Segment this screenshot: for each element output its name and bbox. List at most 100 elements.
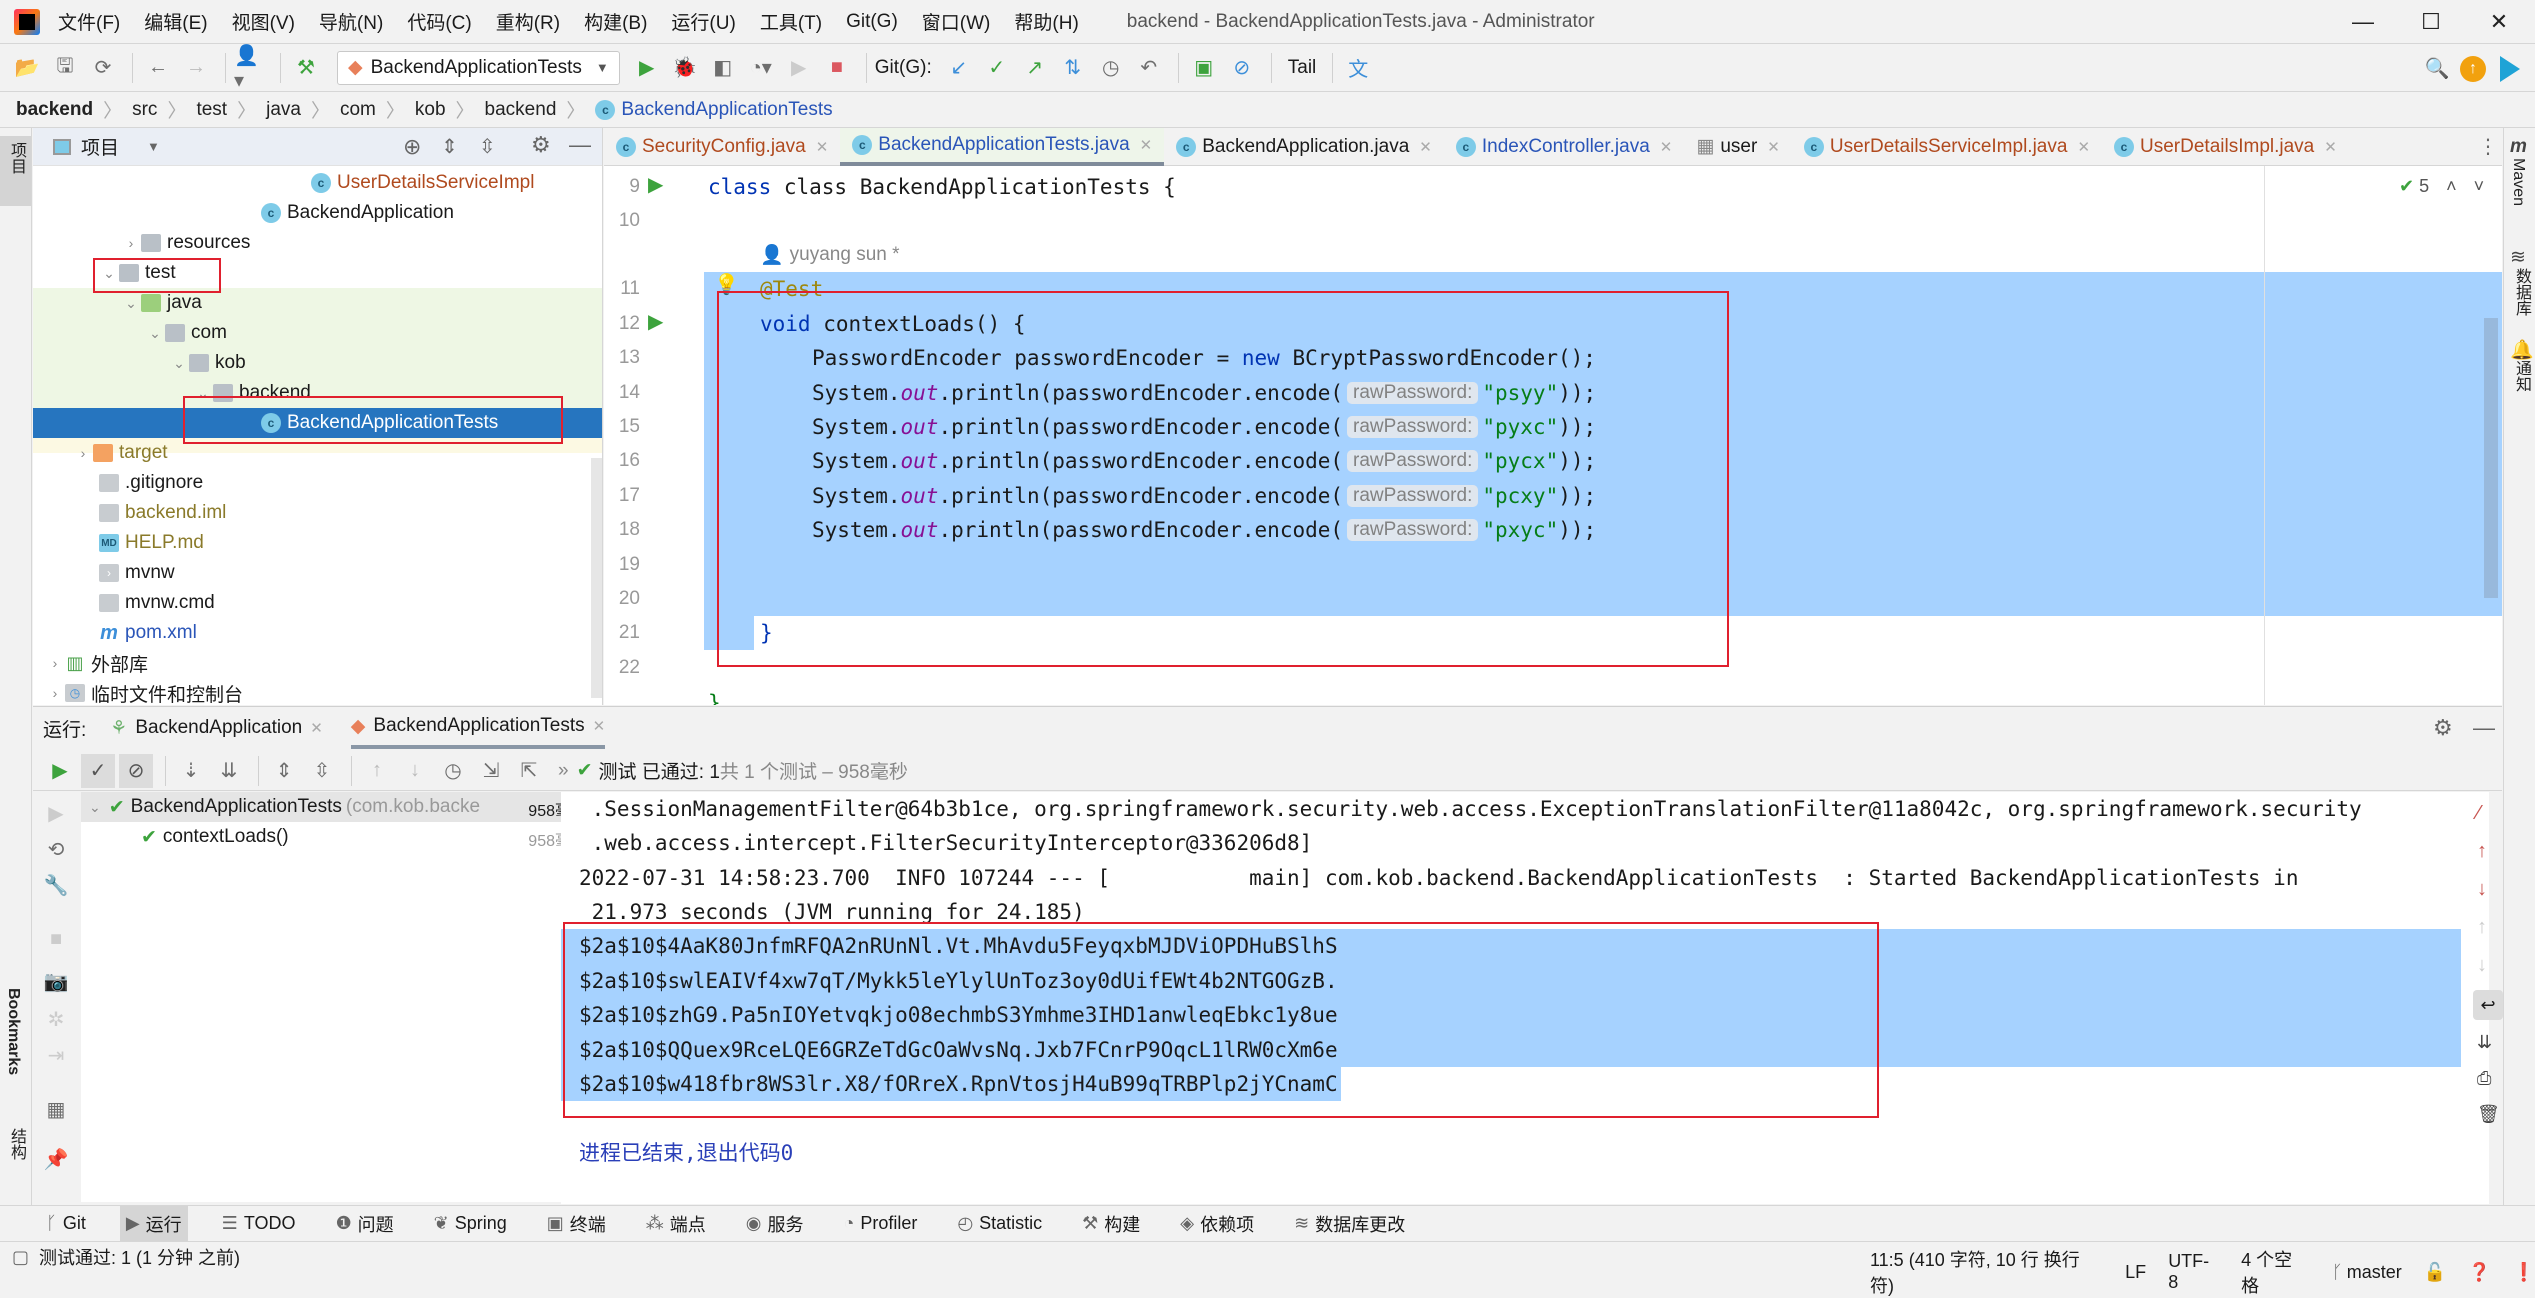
tab-security-config[interactable]: c SecurityConfig.java ✕ (604, 128, 840, 166)
tab-index-controller[interactable]: c IndexController.java ✕ (1444, 128, 1685, 166)
git-merge-icon[interactable]: ⇅ (1056, 51, 1090, 85)
locate-icon[interactable]: ⊕ (403, 134, 421, 160)
hide-panel-icon[interactable]: — (569, 132, 591, 158)
tool-tab-statistic[interactable]: ◴ Statistic (951, 1206, 1048, 1242)
chevron-down-icon[interactable]: ⌄ (121, 295, 141, 312)
import-icon[interactable]: ⇥ (39, 1038, 73, 1072)
tab-user-details-impl[interactable]: c UserDetailsImpl.java ✕ (2102, 128, 2349, 166)
stop-icon[interactable]: ■ (820, 51, 854, 85)
maximize-button[interactable]: ☐ (2398, 0, 2464, 44)
run-test-gutter-icon[interactable]: ▶ (648, 309, 663, 334)
breadcrumb-item[interactable]: java (266, 99, 301, 121)
tree-item[interactable]: c BackendApplication (33, 198, 602, 228)
next-highlight-icon[interactable]: ˅ (2474, 176, 2485, 196)
tree-item[interactable]: ⌄ com (33, 318, 602, 348)
tab-user-table[interactable]: ▦ user ✕ (1684, 128, 1792, 166)
lock-icon[interactable]: 🔓 (2424, 1262, 2446, 1283)
caret-position[interactable]: 11:5 (410 字符, 10 行 换行符) (1870, 1246, 2103, 1298)
block-icon[interactable]: ⊘ (1225, 51, 1259, 85)
close-tab-icon[interactable]: ✕ (1767, 138, 1780, 156)
menu-refactor[interactable]: 重构(R) (496, 8, 560, 35)
breadcrumb-item[interactable]: backend (485, 99, 557, 121)
run-tab-backend-application[interactable]: ⚘ BackendApplication ✕ (110, 707, 323, 749)
menu-navigate[interactable]: 导航(N) (319, 8, 383, 35)
profile-icon[interactable]: ◔▾ (744, 51, 778, 85)
structure-tool-tab[interactable]: 结构 (4, 1128, 28, 1160)
tree-scrollbar[interactable] (591, 458, 602, 698)
coverage-icon[interactable]: ◧ (706, 51, 740, 85)
inspection-widget[interactable]: ✔ 5 ˄ ˅ (2399, 176, 2484, 197)
breadcrumb-item[interactable]: src (132, 99, 157, 121)
forward-icon[interactable]: → (179, 51, 213, 85)
tool-tab-spring[interactable]: ❦ Spring (428, 1206, 513, 1242)
inspection-settings-icon[interactable]: ❓ (2468, 1262, 2490, 1283)
menu-git[interactable]: Git(G) (846, 11, 898, 33)
code-area[interactable]: class class BackendApplicationTests { 👤 y… (704, 166, 2502, 705)
tree-item[interactable]: c UserDetailsServiceImpl (33, 168, 602, 198)
tool-tab-endpoints[interactable]: ⁂ 端点 (640, 1206, 712, 1242)
expand-all-icon[interactable]: ⇕ (441, 134, 458, 159)
toggle-auto-test-icon[interactable]: ⟲ (39, 832, 73, 866)
menu-file[interactable]: 文件(F) (58, 8, 120, 35)
tree-item[interactable]: › resources (33, 228, 602, 258)
rollback-icon[interactable]: ↶ (1132, 51, 1166, 85)
collapse-all-icon[interactable]: ⇳ (479, 134, 496, 159)
down-stack-icon[interactable]: ↓ (2477, 954, 2487, 977)
notifications-tool-tab[interactable]: 通知 (2509, 360, 2533, 392)
chevron-down-icon[interactable]: ⌄ (99, 265, 119, 282)
chevron-down-icon[interactable]: ⌄ (169, 355, 189, 372)
plugin-icon[interactable] (2500, 56, 2520, 82)
run-disabled-icon[interactable]: ▶ (782, 51, 816, 85)
menu-view[interactable]: 视图(V) (232, 8, 295, 35)
previous-failed-icon[interactable]: ↑ (360, 754, 394, 788)
hide-panel-icon[interactable]: — (2473, 715, 2495, 741)
sync-icon[interactable]: ⟳ (86, 51, 120, 85)
tree-item[interactable]: › target (33, 438, 602, 468)
up-stack-icon[interactable]: ↑ (2477, 916, 2487, 939)
gear-icon[interactable]: ⚙ (531, 132, 551, 158)
sort-duration-icon[interactable]: ⇊ (212, 754, 246, 788)
menu-tools[interactable]: 工具(T) (760, 8, 822, 35)
rerun-failed-icon[interactable]: ▶ (39, 796, 73, 830)
search-icon[interactable]: 🔍 (2420, 51, 2454, 85)
minimize-button[interactable]: — (2330, 0, 2396, 44)
show-passed-icon[interactable]: ✓ (81, 753, 115, 788)
tree-item[interactable]: ⌄ kob (33, 348, 602, 378)
expand-all-icon[interactable]: ⇕ (267, 754, 301, 788)
tree-item[interactable]: › ◷ 临时文件和控制台 (33, 678, 602, 705)
previous-occurrence-icon[interactable]: ↑ (2477, 840, 2487, 863)
git-commit-icon[interactable]: ✓ (980, 51, 1014, 85)
show-ignored-icon[interactable]: ⊘ (119, 753, 153, 788)
trash-icon[interactable]: 🗑 (2477, 1104, 2500, 1125)
pin-icon[interactable]: 📌 (39, 1142, 73, 1176)
indent-setting[interactable]: 4 个空格 (2241, 1246, 2310, 1298)
print-icon[interactable]: ⎙ (2477, 1068, 2491, 1089)
file-encoding[interactable]: UTF-8 (2168, 1251, 2219, 1293)
gear-icon[interactable]: ⚙ (2433, 715, 2453, 741)
tree-item[interactable]: ⌄ java (33, 288, 602, 318)
chevron-down-icon[interactable]: ⌄ (89, 799, 101, 816)
close-tab-icon[interactable]: ✕ (816, 138, 829, 156)
translate-icon[interactable]: 文 (1341, 51, 1375, 85)
close-tab-icon[interactable]: ✕ (2324, 138, 2337, 156)
git-update-icon[interactable]: ↙ (942, 51, 976, 85)
import-tests-icon[interactable]: ⇲ (474, 754, 508, 788)
tool-tab-database-changes[interactable]: ≋ 数据库更改 (1288, 1206, 1411, 1242)
maven-tool-tab[interactable]: Maven (2509, 158, 2527, 206)
error-indicator-icon[interactable]: ❗ (2513, 1262, 2535, 1283)
breadcrumb-item[interactable]: test (196, 99, 227, 121)
tool-tab-terminal[interactable]: ▣ 终端 (541, 1206, 612, 1242)
close-tab-icon[interactable]: ✕ (1660, 138, 1673, 156)
open-folder-icon[interactable]: 📂 (10, 51, 44, 85)
tool-tab-dependencies[interactable]: ◈ 依赖项 (1174, 1206, 1260, 1242)
debug-icon[interactable]: 🐞 (668, 51, 702, 85)
rerun-icon[interactable]: ▶ (43, 754, 77, 788)
breadcrumb-item[interactable]: kob (415, 99, 446, 121)
tab-backend-application[interactable]: c BackendApplication.java ✕ (1164, 128, 1444, 166)
chevron-right-icon[interactable]: › (73, 445, 93, 461)
tool-tab-todo[interactable]: ☰ TODO (216, 1206, 302, 1242)
console-output[interactable]: .SessionManagementFilter@64b3b1ce, org.s… (561, 792, 2489, 1204)
stop-icon[interactable]: ■ (39, 922, 73, 956)
sort-alpha-icon[interactable]: ⇣ (174, 754, 208, 788)
save-icon[interactable]: 🖫 (48, 51, 82, 85)
